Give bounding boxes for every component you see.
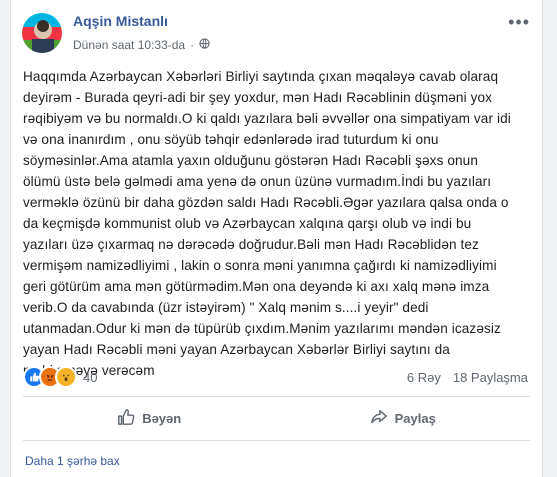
ellipsis-icon[interactable]: ••• xyxy=(508,12,530,33)
share-icon xyxy=(370,408,388,429)
like-label: Bəyən xyxy=(142,410,182,426)
share-button[interactable]: Paylaş xyxy=(370,408,436,429)
avatar[interactable] xyxy=(22,13,62,53)
author-name[interactable]: Aqşin Mistanlı xyxy=(73,13,168,29)
like-button[interactable]: Bəyən xyxy=(117,408,181,429)
view-more-comments-link[interactable]: Daha 1 şərhə bax xyxy=(25,454,120,468)
post-timestamp[interactable]: Dünən saat 10:33-da xyxy=(73,38,185,52)
divider xyxy=(23,396,530,397)
post-meta: Dünən saat 10:33-da · xyxy=(73,38,210,52)
action-bar: Bəyən Paylaş xyxy=(23,400,530,436)
reactions-bar: 40 6 Rəy 18 Paylaşma xyxy=(23,365,528,389)
globe-icon xyxy=(199,38,210,52)
share-label: Paylaş xyxy=(394,410,436,426)
reaction-summary[interactable]: 40 xyxy=(23,366,97,388)
share-count[interactable]: 18 Paylaşma xyxy=(453,370,528,385)
post-card: Aqşin Mistanlı Dünən saat 10:33-da · •••… xyxy=(10,0,543,477)
comment-count[interactable]: 6 Rəy xyxy=(407,370,441,385)
post-text: Haqqımda Azərbaycan Xəbərləri Birliyi sa… xyxy=(23,69,511,378)
wow-reaction-icon xyxy=(55,366,77,388)
divider xyxy=(23,440,530,441)
thumbs-up-icon xyxy=(117,408,135,429)
reaction-count: 40 xyxy=(83,369,98,385)
